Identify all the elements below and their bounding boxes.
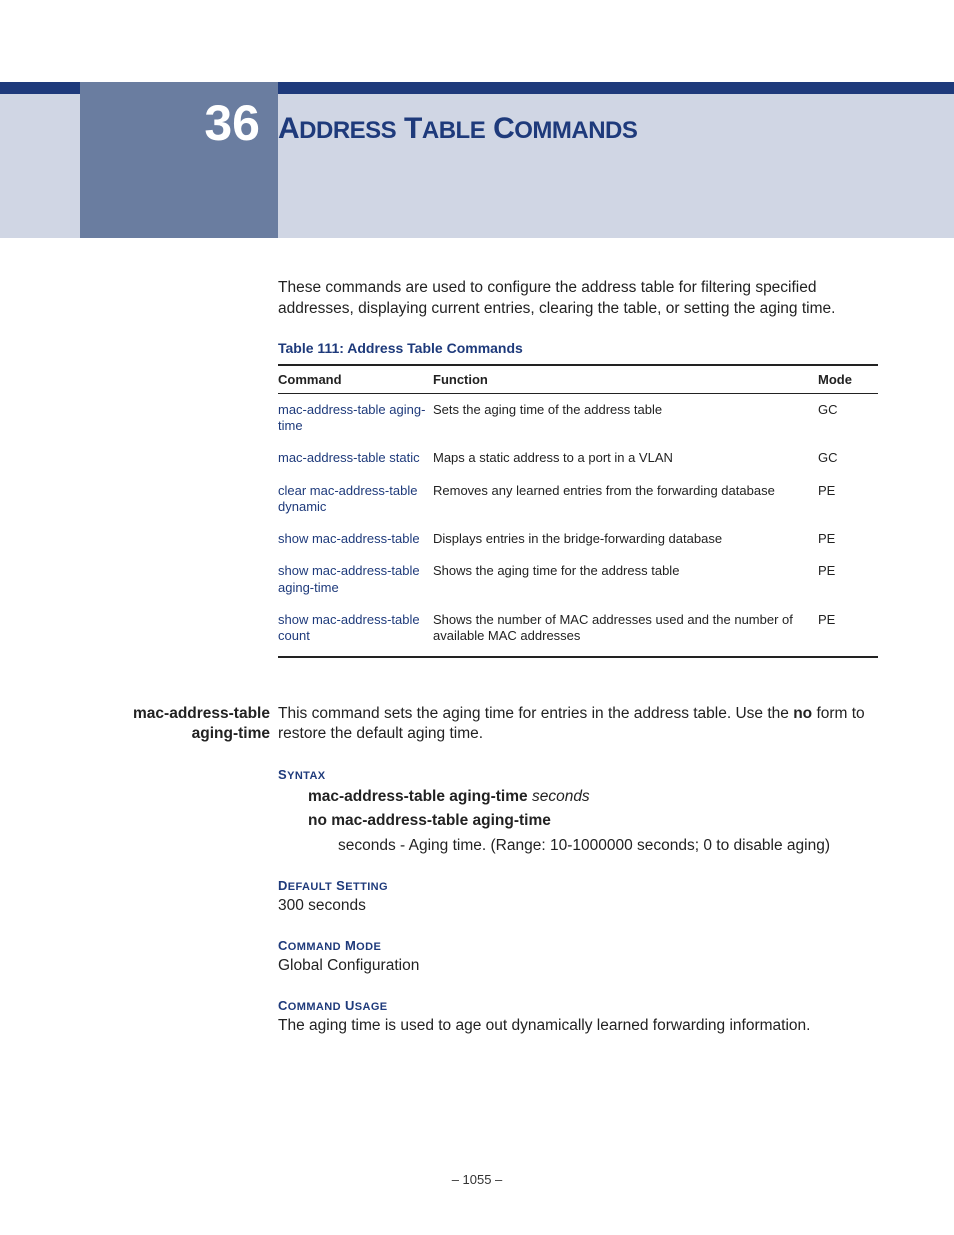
command-section: mac-address-table aging-time This comman…: [278, 704, 878, 1036]
cmd-link[interactable]: clear mac-address-table dynamic: [278, 483, 417, 514]
th-mode: Mode: [818, 365, 878, 394]
cmd-func: Shows the aging time for the address tab…: [433, 555, 818, 604]
cmd-func: Displays entries in the bridge-forwardin…: [433, 523, 818, 555]
cmd-link[interactable]: mac-address-table static: [278, 450, 420, 465]
table-row: show mac-address-table Displays entries …: [278, 523, 878, 555]
th-function: Function: [433, 365, 818, 394]
banner-bar-light: 36 ADDRESS TABLE COMMANDS: [0, 94, 954, 238]
cmd-func: Sets the aging time of the address table: [433, 393, 818, 442]
th-command: Command: [278, 365, 433, 394]
syntax-line-1: mac-address-table aging-time seconds: [308, 788, 878, 806]
default-body: 300 seconds: [278, 896, 878, 916]
chapter-number-block: 36: [80, 82, 278, 238]
table-row: show mac-address-table aging-time Shows …: [278, 555, 878, 604]
table-caption: Table 111: Address Table Commands: [278, 340, 878, 356]
side-heading: mac-address-table aging-time: [96, 704, 270, 743]
mode-heading: COMMAND MODE: [278, 938, 878, 953]
commands-table: Command Function Mode mac-address-table …: [278, 364, 878, 659]
section-lead: This command sets the aging time for ent…: [278, 704, 878, 744]
usage-body: The aging time is used to age out dynami…: [278, 1016, 878, 1036]
table-row: clear mac-address-table dynamic Removes …: [278, 475, 878, 524]
mode-body: Global Configuration: [278, 956, 878, 976]
table-row: mac-address-table aging-time Sets the ag…: [278, 393, 878, 442]
usage-heading: COMMAND USAGE: [278, 998, 878, 1013]
cmd-link[interactable]: show mac-address-table count: [278, 612, 420, 643]
cmd-link[interactable]: show mac-address-table: [278, 531, 420, 546]
page-number: – 1055 –: [0, 1172, 954, 1187]
default-heading: DEFAULT SETTING: [278, 878, 878, 893]
syntax-line-2: no mac-address-table aging-time: [308, 812, 878, 830]
table-row: show mac-address-table count Shows the n…: [278, 604, 878, 658]
cmd-mode: PE: [818, 475, 878, 524]
chapter-number: 36: [204, 94, 260, 152]
cmd-link[interactable]: mac-address-table aging-time: [278, 402, 425, 433]
content-column: These commands are used to configure the…: [278, 278, 878, 1036]
cmd-func: Shows the number of MAC addresses used a…: [433, 604, 818, 658]
cmd-func: Removes any learned entries from the for…: [433, 475, 818, 524]
syntax-heading: SYNTAX: [278, 767, 878, 782]
intro-paragraph: These commands are used to configure the…: [278, 278, 878, 320]
cmd-mode: GC: [818, 442, 878, 474]
chapter-banner: 36 ADDRESS TABLE COMMANDS: [0, 82, 954, 238]
chapter-title: ADDRESS TABLE COMMANDS: [278, 112, 637, 146]
table-row: mac-address-table static Maps a static a…: [278, 442, 878, 474]
cmd-func: Maps a static address to a port in a VLA…: [433, 442, 818, 474]
cmd-mode: PE: [818, 555, 878, 604]
cmd-mode: PE: [818, 523, 878, 555]
cmd-mode: GC: [818, 393, 878, 442]
param-desc: seconds - Aging time. (Range: 10-1000000…: [338, 836, 878, 856]
cmd-link[interactable]: show mac-address-table aging-time: [278, 563, 420, 594]
cmd-mode: PE: [818, 604, 878, 658]
